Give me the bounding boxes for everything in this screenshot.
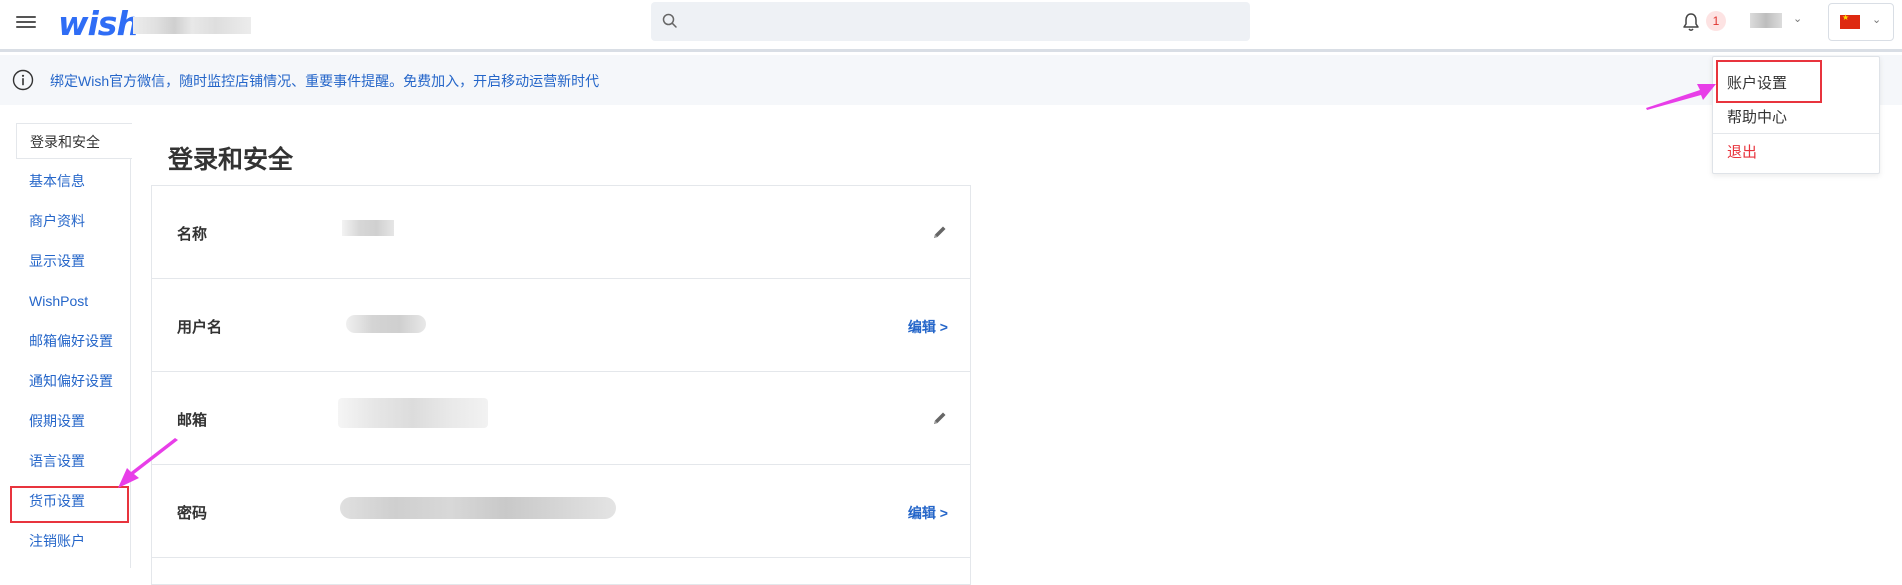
row-label: 密码 bbox=[177, 505, 208, 522]
annotation-arrow-icon bbox=[1646, 84, 1716, 110]
sidebar-item-merchant-profile[interactable]: 商户资料 bbox=[16, 203, 131, 239]
notice-link[interactable]: 绑定Wish官方微信，随时监控店铺情况、重要事件提醒。免费加入，开启移动运营新时… bbox=[50, 71, 599, 91]
top-navigation-bar: wish 1 ⌄ ⌄ bbox=[0, 0, 1902, 52]
sidebar-item-wishpost[interactable]: WishPost bbox=[16, 283, 131, 319]
redacted-value bbox=[340, 497, 616, 519]
sidebar-item-email-preferences[interactable]: 邮箱偏好设置 bbox=[16, 323, 131, 359]
search-input[interactable] bbox=[651, 2, 1250, 41]
menu-item-logout[interactable]: 退出 bbox=[1727, 141, 1757, 162]
page-title: 登录和安全 bbox=[168, 146, 294, 174]
row-label: 邮箱 bbox=[177, 412, 208, 429]
menu-divider bbox=[1713, 133, 1879, 134]
pencil-icon[interactable] bbox=[932, 410, 948, 426]
wechat-notice-banner: 绑定Wish官方微信，随时监控店铺情况、重要事件提醒。免费加入，开启移动运营新时… bbox=[0, 55, 1902, 105]
settings-row-email: 邮箱 bbox=[152, 372, 970, 465]
sidebar-item-display-settings[interactable]: 显示设置 bbox=[16, 243, 131, 279]
sidebar-item-login-security[interactable]: 登录和安全 bbox=[16, 123, 132, 159]
chevron-down-icon[interactable]: ⌄ bbox=[1793, 12, 1802, 25]
sidebar-item-notification-preferences[interactable]: 通知偏好设置 bbox=[16, 363, 131, 399]
wish-logo[interactable]: wish bbox=[58, 4, 140, 43]
settings-row-name: 名称 bbox=[152, 186, 970, 279]
sidebar-item-vacation-settings[interactable]: 假期设置 bbox=[16, 403, 131, 439]
notification-badge: 1 bbox=[1706, 11, 1726, 31]
menu-item-help-center[interactable]: 帮助中心 bbox=[1727, 106, 1787, 127]
settings-row-username: 用户名 编辑 > bbox=[152, 279, 970, 372]
language-selector[interactable]: ⌄ bbox=[1828, 3, 1894, 41]
row-label: 名称 bbox=[177, 226, 208, 243]
settings-row-password: 密码 编辑 > bbox=[152, 465, 970, 558]
redacted-value bbox=[338, 398, 488, 428]
highlight-box-account-settings bbox=[1716, 60, 1822, 103]
redacted-value bbox=[346, 315, 426, 333]
search-icon bbox=[662, 13, 677, 28]
bell-icon[interactable] bbox=[1680, 11, 1702, 33]
row-label: 用户名 bbox=[177, 319, 223, 336]
china-flag-icon bbox=[1840, 13, 1860, 29]
edit-username-link[interactable]: 编辑 > bbox=[908, 317, 948, 337]
edit-password-link[interactable]: 编辑 > bbox=[908, 503, 948, 523]
store-name-redacted bbox=[133, 17, 251, 34]
info-icon bbox=[12, 69, 34, 91]
sidebar-item-basic-info[interactable]: 基本信息 bbox=[16, 163, 131, 199]
annotation-arrow-icon bbox=[118, 438, 178, 488]
menu-icon[interactable] bbox=[16, 13, 36, 31]
pencil-icon[interactable] bbox=[932, 224, 948, 240]
login-security-card: 名称 用户名 编辑 > 邮箱 密码 编辑 > bbox=[151, 185, 971, 585]
redacted-value bbox=[342, 220, 394, 236]
sidebar-item-deactivate-account[interactable]: 注销账户 bbox=[16, 523, 131, 559]
user-name-redacted[interactable] bbox=[1750, 13, 1782, 28]
chevron-down-icon: ⌄ bbox=[1872, 14, 1882, 26]
